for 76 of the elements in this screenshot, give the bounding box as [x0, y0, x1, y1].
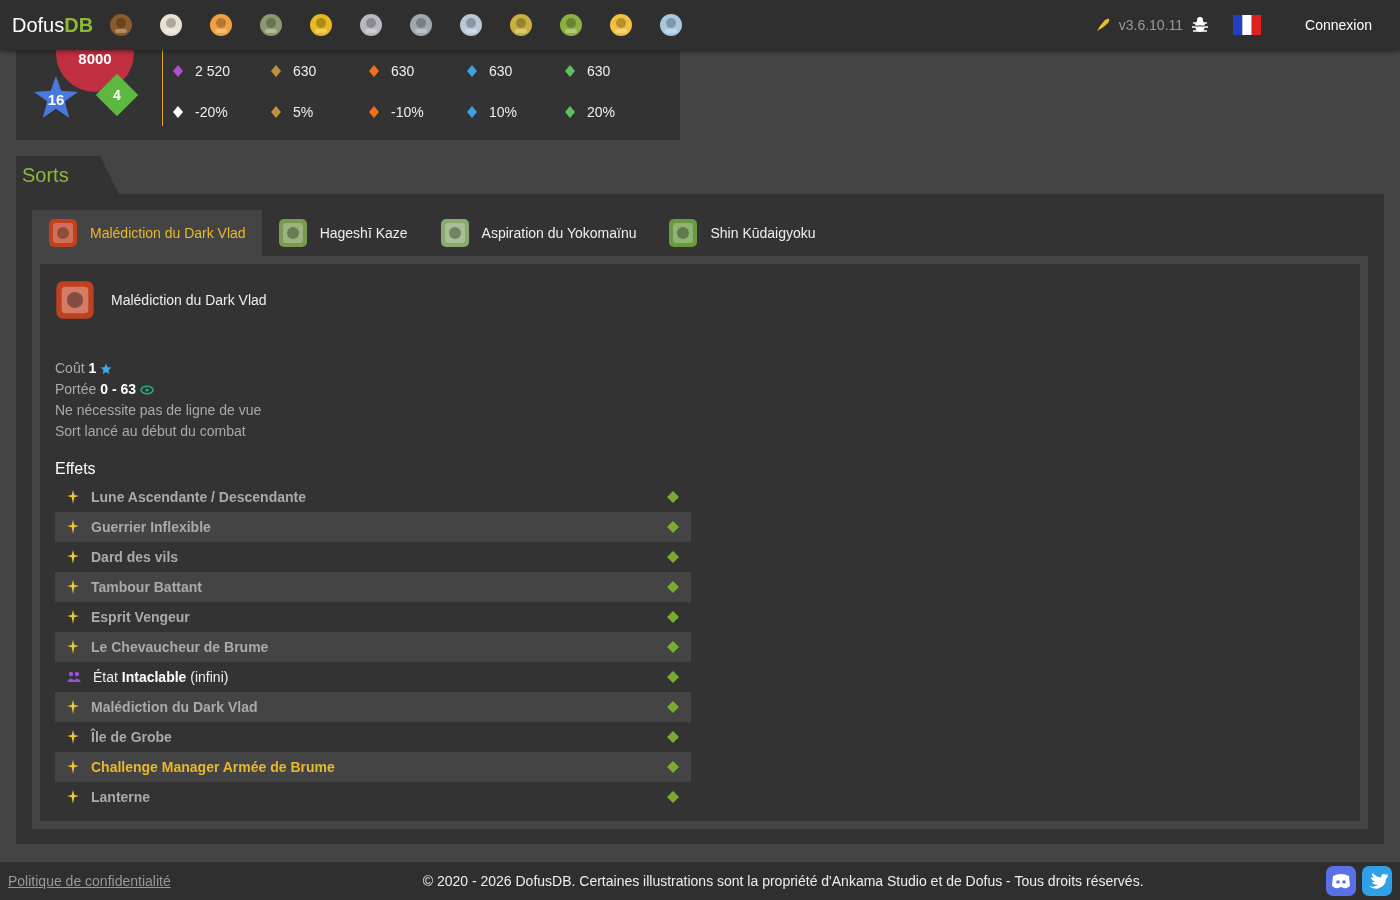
- effect-text[interactable]: Dard des vils: [91, 549, 655, 565]
- stat-value: -10%: [391, 103, 424, 120]
- element-icon: [563, 104, 577, 119]
- spell-icon: [48, 218, 78, 248]
- sparkle-icon: [67, 580, 79, 594]
- stat-value: 20%: [587, 103, 616, 120]
- flag-icon[interactable]: [1233, 15, 1262, 35]
- range-label: Portée: [55, 380, 97, 399]
- element-icon: [465, 104, 479, 119]
- sparkle-icon: [67, 790, 79, 804]
- sparkle-icon: [67, 520, 79, 534]
- cost-value: 1: [88, 359, 97, 378]
- cost-label: Coût: [55, 359, 85, 378]
- element-icon: [171, 63, 185, 78]
- diamond-icon: [667, 701, 679, 713]
- spell-tab[interactable]: Malédiction du Dark Vlad: [32, 210, 262, 256]
- element-icon: [367, 104, 381, 119]
- login-button[interactable]: Connexion: [1289, 13, 1388, 37]
- element-icon: [269, 63, 283, 78]
- copyright-text: © 2020 - 2026 DofusDB. Certaines illustrations sont la propriété d'Ankama Studio et de Dofus - Tous droits réservés.: [422, 873, 1144, 889]
- spell-icon: [55, 280, 95, 320]
- spell-icon: [439, 218, 470, 248]
- diamond-icon: [667, 671, 679, 683]
- spell-property: Sort lancé au début du combat: [55, 422, 247, 441]
- diamond-icon: [667, 581, 679, 593]
- effects-heading: Effets: [55, 460, 97, 478]
- diamond-icon: [667, 641, 679, 653]
- sparkle-icon: [67, 490, 79, 504]
- bird-icon[interactable]: [1362, 866, 1392, 896]
- sparkle-icon: [67, 760, 79, 774]
- sparkle-icon: [67, 610, 79, 624]
- stat-value: 10%: [489, 103, 518, 120]
- stat-value: 630: [489, 62, 513, 79]
- diamond-icon: [667, 731, 679, 743]
- diamond-icon: [667, 551, 679, 563]
- effect-text[interactable]: Île de Grobe: [91, 729, 655, 745]
- stat-value: 5%: [293, 103, 314, 120]
- spell-tab[interactable]: Hageshī Kaze: [261, 210, 424, 256]
- element-icon: [465, 63, 479, 78]
- diamond-icon: [667, 761, 679, 773]
- bug-icon[interactable]: [1191, 16, 1210, 34]
- stat-value: 630: [587, 62, 611, 79]
- element-icon: [269, 104, 283, 119]
- spell-tab[interactable]: Shin Kūdaigyoku: [652, 210, 832, 256]
- spell-icon: [668, 218, 699, 248]
- diamond-icon: [667, 491, 679, 503]
- diamond-icon: [667, 521, 679, 533]
- spell-tab[interactable]: Aspiration du Yokomaïnu: [423, 210, 653, 256]
- version-text: v3.6.10.11: [1118, 17, 1184, 33]
- star-icon: [100, 362, 113, 375]
- privacy-link[interactable]: Politique de confidentialité: [8, 873, 171, 889]
- site-logo[interactable]: DofusDB: [12, 13, 94, 37]
- sparkle-icon: [67, 550, 79, 564]
- range-value: 0 - 63: [100, 380, 137, 399]
- effect-text[interactable]: Esprit Vengeur: [91, 609, 655, 625]
- sparkle-icon: [67, 700, 79, 714]
- stat-value: 630: [293, 62, 317, 79]
- effect-text[interactable]: Lanterne: [91, 789, 655, 805]
- stat-value: -20%: [195, 103, 228, 120]
- figures-icon: [67, 671, 81, 683]
- spell-name: Malédiction du Dark Vlad: [111, 292, 267, 308]
- diamond-icon: [667, 791, 679, 803]
- sparkle-icon: [67, 640, 79, 654]
- chat-icon[interactable]: [1326, 866, 1356, 896]
- spell-property: Ne nécessite pas de ligne de vue: [55, 401, 263, 420]
- eye-icon: [140, 384, 155, 395]
- spell-icon: [277, 218, 308, 248]
- stat-value: 2 520: [195, 62, 231, 79]
- diamond-icon: [667, 611, 679, 623]
- effect-text[interactable]: État Intaclable (infini): [93, 669, 655, 685]
- element-icon: [171, 104, 185, 119]
- sparkle-icon: [67, 730, 79, 744]
- element-icon: [563, 63, 577, 78]
- stat-value: 630: [391, 62, 415, 79]
- effect-text[interactable]: Lune Ascendante / Descendante: [91, 489, 655, 505]
- element-icon: [367, 63, 381, 78]
